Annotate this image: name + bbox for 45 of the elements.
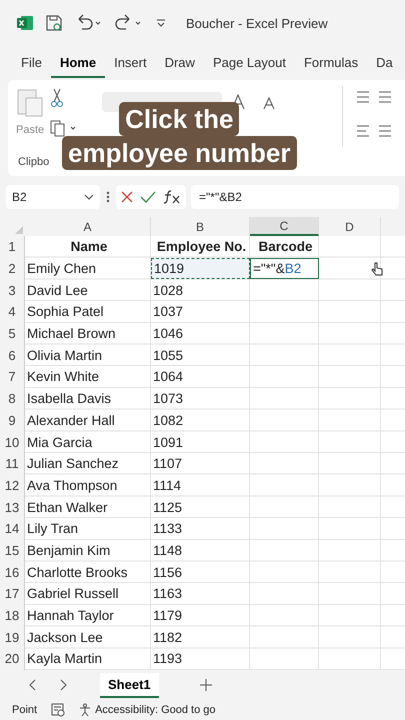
table-cell-text: 1182 <box>152 628 184 647</box>
table-cell-text: Gabriel Russell <box>26 585 120 604</box>
table-cell-text: 1064 <box>152 368 184 386</box>
table-cell-text: Jackson Lee <box>26 628 104 647</box>
table-cell-text: 1125 <box>152 498 184 517</box>
table-cell-text: Alexander Hall <box>26 412 116 430</box>
table-cell-text: 1091 <box>152 434 184 452</box>
table-cell-text: Michael Brown <box>26 325 117 344</box>
table-cell-text: 1133 <box>152 520 184 538</box>
table-cell-text: 1028 <box>152 282 184 300</box>
table-cell-text: Ethan Walker <box>26 498 109 517</box>
column-heading: Barcode <box>257 238 314 256</box>
table-cell-text: Ava Thompson <box>26 476 118 495</box>
table-cell-text: 1193 <box>152 650 184 668</box>
table-cell-text: 1148 <box>152 542 184 560</box>
paste-label: Paste <box>16 124 44 136</box>
table-cell-text: Benjamin Kim <box>26 542 112 560</box>
table-cell-text: Kayla Martin <box>26 650 104 668</box>
table-cell-text: 1073 <box>152 390 184 408</box>
caption-tooltip: Click the <box>119 102 240 136</box>
table-cell-text: 1107 <box>152 455 184 474</box>
caption-tooltip: employee number <box>62 136 297 170</box>
table-cell-text: 1156 <box>152 564 184 582</box>
table-cell-text: Olivia Martin <box>26 346 104 365</box>
status-mode: Point <box>12 704 38 716</box>
table-cell-text: Sophia Patel <box>26 303 105 322</box>
table-cell-text: 1055 <box>152 346 184 365</box>
column-heading: Employee No. <box>156 238 248 256</box>
table-cell-text: 1046 <box>152 325 184 344</box>
table-cell-text: 1163 <box>152 585 184 604</box>
clipboard-group-label: Clipbo <box>18 156 50 168</box>
table-cell-text: Kevin White <box>26 368 100 386</box>
table-cell-text: Julian Sanchez <box>26 455 120 474</box>
table-cell-text: Mia Garcia <box>26 434 94 452</box>
table-cell-text: David Lee <box>26 282 89 300</box>
table-cell-text: Charlotte Brooks <box>26 564 129 582</box>
table-cell-text: 1114 <box>152 476 182 495</box>
table-cell-text: Hannah Taylor <box>26 607 115 626</box>
table-cell-text: Isabella Davis <box>26 390 112 408</box>
table-cell-text: 1082 <box>152 412 184 430</box>
table-cell-text: Lily Tran <box>26 520 80 538</box>
table-cell-text: 1179 <box>152 607 184 626</box>
window-title: Boucher - Excel Preview <box>186 16 328 30</box>
table-cell-text: 1037 <box>152 303 184 322</box>
column-heading: Name <box>70 238 108 256</box>
